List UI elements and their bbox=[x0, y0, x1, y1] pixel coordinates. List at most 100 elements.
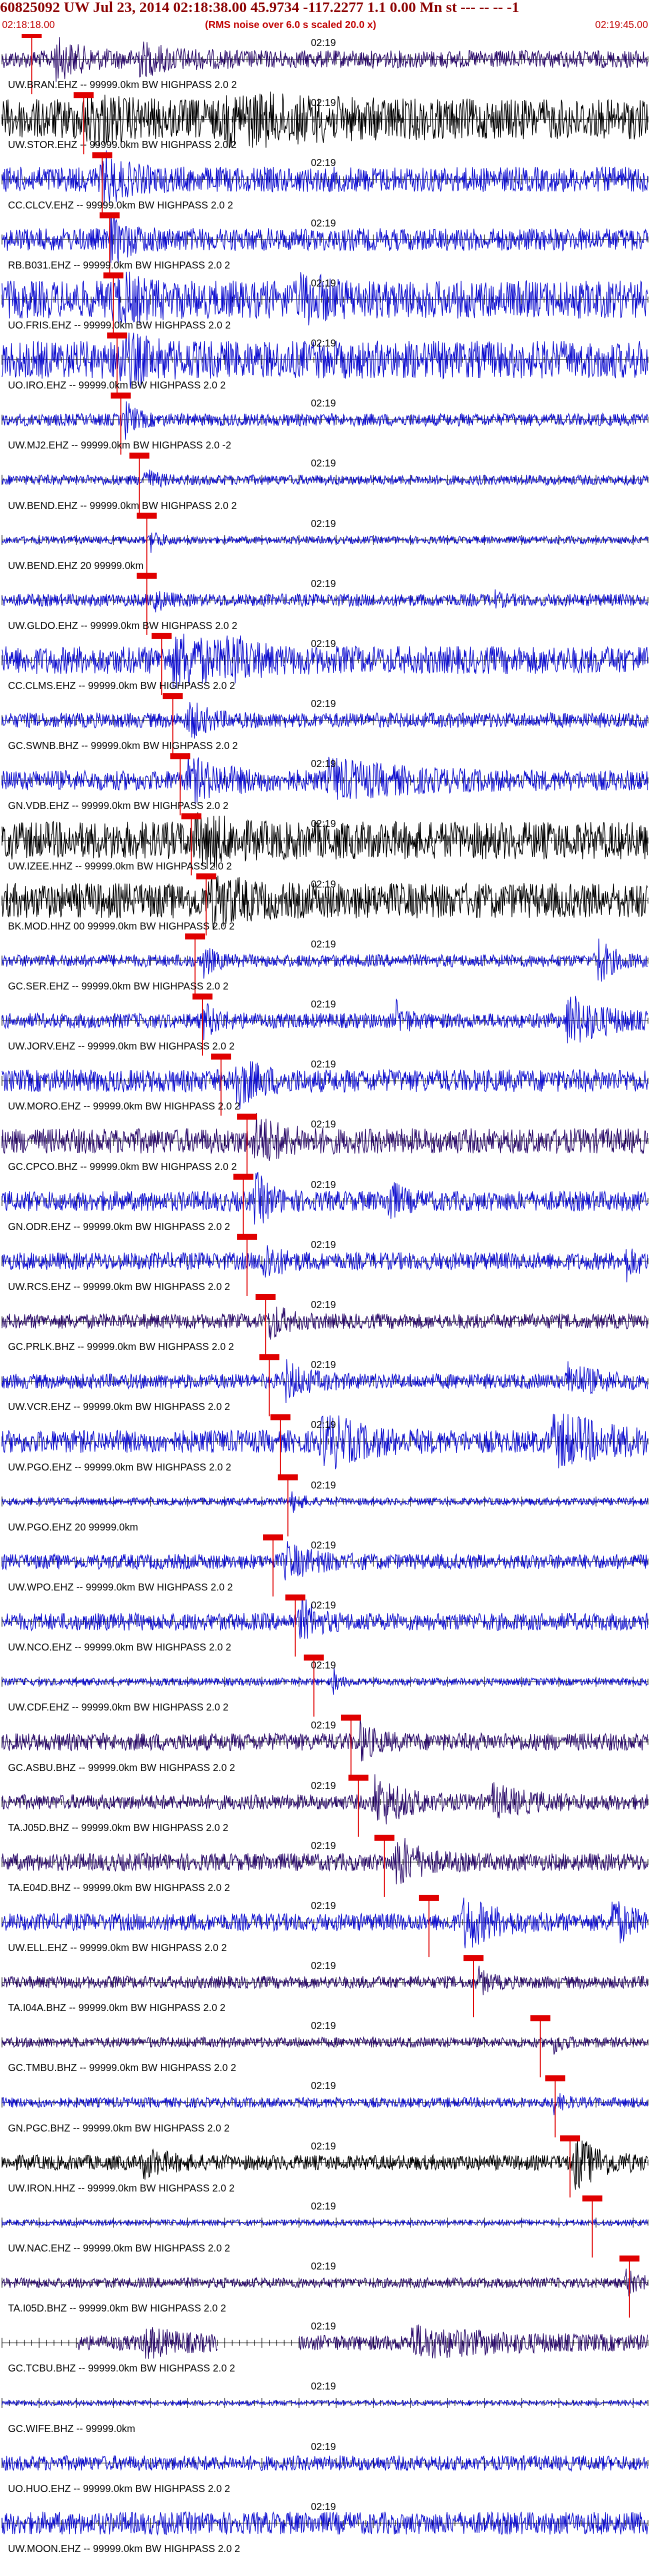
time-tick-label: 02:19 bbox=[311, 2081, 336, 2092]
station-label: UW.PGO.EHZ 20 99999.0km bbox=[8, 1522, 138, 1533]
trace-32: 02:19 TA.I04A.BHZ -- 99999.0km BW HIGHPAS… bbox=[1, 1955, 649, 2018]
station-label: RB.B031.EHZ -- 99999.0km BW HIGHPASS 2.0… bbox=[8, 260, 231, 271]
time-tick-label: 02:19 bbox=[311, 98, 336, 109]
station-label: UO.IRO.EHZ -- 99999.0km BW HIGHPASS 2.0 … bbox=[8, 381, 226, 392]
time-tick-label: 02:19 bbox=[311, 1480, 336, 1491]
end-time-label: 02:19:45.00 bbox=[595, 20, 648, 31]
trace-16: 02:19 UW.JORV.EHZ -- 99999.0km BW HIGHPAS… bbox=[1, 993, 649, 1056]
trace-11: 02:19 GC.SWNB.BHZ -- 99999.0km BW HIGHPAS… bbox=[1, 693, 649, 756]
station-label: CC.CLMS.EHZ -- 99999.0km BW HIGHPASS 2.0… bbox=[8, 681, 236, 692]
station-label: UW.BRAN.EHZ -- 99999.0km BW HIGHPASS 2.0… bbox=[8, 80, 237, 91]
station-label: TA.I05D.BHZ -- 99999.0km BW HIGHPASS 2.0… bbox=[8, 2304, 226, 2315]
trace-3: 02:19 RB.B031.EHZ -- 99999.0km BW HIGHPAS… bbox=[1, 212, 649, 275]
station-label: UW.NAC.EHZ -- 99999.0km BW HIGHPASS 2.0 … bbox=[8, 2244, 231, 2255]
trace-28: 02:19 GC.ASBU.BHZ -- 99999.0km BW HIGHPAS… bbox=[1, 1714, 649, 1777]
trace-39: 02:19 GC.WIFE.BHZ -- 99999.0km bbox=[1, 2382, 649, 2435]
waveform bbox=[1, 469, 648, 489]
trace-35: 02:19 UW.IRON.HHZ -- 99999.0km BW HIGHPAS… bbox=[1, 2135, 649, 2198]
station-label: UW.WPO.EHZ -- 99999.0km BW HIGHPASS 2.0 … bbox=[8, 1582, 233, 1593]
station-label: UW.PGO.EHZ -- 99999.0km BW HIGHPASS 2.0 … bbox=[8, 1462, 232, 1473]
station-label: TA.E04D.BHZ -- 99999.0km BW HIGHPASS 2.0… bbox=[8, 1883, 230, 1894]
time-tick-label: 02:19 bbox=[311, 399, 336, 410]
station-label: GC.SER.EHZ -- 99999.0km BW HIGHPASS 2.0 … bbox=[8, 982, 229, 993]
trace-15: 02:19 GC.SER.EHZ -- 99999.0km BW HIGHPASS… bbox=[1, 933, 649, 996]
time-tick-label: 02:19 bbox=[311, 759, 336, 770]
time-tick-label: 02:19 bbox=[311, 939, 336, 950]
trace-8: 02:19 UW.BEND.EHZ 20 99999.0km bbox=[1, 512, 649, 575]
time-tick-label: 02:19 bbox=[311, 2262, 336, 2273]
station-label: UW.BEND.EHZ -- 99999.0km BW HIGHPASS 2.0… bbox=[8, 501, 237, 512]
trace-4: 02:19 UO.FRIS.EHZ -- 99999.0km BW HIGHPAS… bbox=[1, 271, 649, 335]
trace-40: 02:19 UO.HUO.EHZ -- 99999.0km BW HIGHPASS… bbox=[1, 2442, 649, 2495]
time-tick-label: 02:19 bbox=[311, 158, 336, 169]
time-tick-label: 02:19 bbox=[311, 1420, 336, 1431]
station-label: UO.FRIS.EHZ -- 99999.0km BW HIGHPASS 2.0… bbox=[8, 320, 231, 331]
trace-13: 02:19 UW.IZEE.HHZ -- 99999.0km BW HIGHPAS… bbox=[1, 812, 649, 876]
station-label: UW.NCO.EHZ -- 99999.0km BW HIGHPASS 2.0 … bbox=[8, 1643, 232, 1654]
station-label: UW.BEND.EHZ 20 99999.0km bbox=[8, 561, 144, 572]
time-tick-label: 02:19 bbox=[311, 1180, 336, 1191]
time-tick-label: 02:19 bbox=[311, 2322, 336, 2333]
trace-19: 02:19 GN.ODR.EHZ -- 99999.0km BW HIGHPASS… bbox=[1, 1172, 649, 1236]
time-tick-label: 02:19 bbox=[311, 519, 336, 530]
waveform bbox=[1, 532, 648, 553]
event-title: 60825092 UW Jul 23, 2014 02:18:38.00 45.… bbox=[0, 0, 520, 16]
trace-23: 02:19 UW.PGO.EHZ -- 99999.0km BW HIGHPASS… bbox=[1, 1413, 649, 1477]
station-label: GC.ASBU.BHZ -- 99999.0km BW HIGHPASS 2.0… bbox=[8, 1763, 236, 1774]
station-label: UW.CDF.EHZ -- 99999.0km BW HIGHPASS 2.0 … bbox=[8, 1703, 229, 1714]
trace-17: 02:19 UW.MORO.EHZ -- 99999.0km BW HIGHPAS… bbox=[1, 1053, 649, 1116]
time-tick-label: 02:19 bbox=[311, 1901, 336, 1912]
station-label: TA.J05D.BHZ -- 99999.0km BW HIGHPASS 2.0… bbox=[8, 1823, 229, 1834]
trace-22: 02:19 UW.VCR.EHZ -- 99999.0km BW HIGHPASS… bbox=[1, 1354, 649, 1417]
scaling-note: (RMS noise over 6.0 s scaled 20.0 x) bbox=[205, 20, 377, 31]
time-tick-label: 02:19 bbox=[311, 2382, 336, 2393]
trace-12: 02:19 GN.VDB.EHZ -- 99999.0km BW HIGHPASS… bbox=[1, 753, 649, 816]
time-tick-label: 02:19 bbox=[311, 579, 336, 590]
time-tick-label: 02:19 bbox=[311, 819, 336, 830]
seismogram-plot: 02:19 UW.BRAN.EHZ -- 99999.0km BW HIGHPAS… bbox=[1, 34, 649, 2555]
station-label: GN.ODR.EHZ -- 99999.0km BW HIGHPASS 2.0 … bbox=[8, 1222, 231, 1233]
time-tick-label: 02:19 bbox=[311, 2502, 336, 2513]
trace-9: 02:19 UW.GLDO.EHZ -- 99999.0km BW HIGHPAS… bbox=[1, 572, 649, 635]
record-header: 60825092 UW Jul 23, 2014 02:18:38.00 45.… bbox=[0, 0, 652, 34]
time-tick-label: 02:19 bbox=[311, 2141, 336, 2152]
station-label: GC.CPCO.BHZ -- 99999.0km BW HIGHPASS 2.0… bbox=[8, 1162, 237, 1173]
waveform bbox=[1, 2268, 648, 2297]
waveform bbox=[76, 2324, 648, 2359]
time-tick-label: 02:19 bbox=[311, 1661, 336, 1672]
time-tick-label: 02:19 bbox=[311, 2201, 336, 2212]
time-tick-label: 02:19 bbox=[311, 1781, 336, 1792]
trace-25: 02:19 UW.WPO.EHZ -- 99999.0km BW HIGHPASS… bbox=[1, 1534, 649, 1597]
trace-10: 02:19 CC.CLMS.EHZ -- 99999.0km BW HIGHPAS… bbox=[1, 632, 649, 696]
trace-36: 02:19 UW.NAC.EHZ -- 99999.0km BW HIGHPASS… bbox=[1, 2195, 649, 2258]
waveform bbox=[1, 1306, 648, 1340]
trace-6: 02:19 UW.MJ2.EHZ -- 99999.0km BW HIGHPASS… bbox=[1, 392, 649, 455]
trace-27: 02:19 UW.CDF.EHZ -- 99999.0km BW HIGHPASS… bbox=[1, 1654, 649, 1717]
trace-38: 02:19 GC.TCBU.BHZ -- 99999.0km BW HIGHPAS… bbox=[1, 2322, 649, 2375]
time-tick-label: 02:19 bbox=[311, 1120, 336, 1131]
time-tick-label: 02:19 bbox=[311, 699, 336, 710]
station-label: GC.SWNB.BHZ -- 99999.0km BW HIGHPASS 2.0… bbox=[8, 741, 238, 752]
trace-41: 02:19 UW.MOON.EHZ -- 99999.0km BW HIGHPAS… bbox=[1, 2502, 649, 2555]
trace-37: 02:19 TA.I05D.BHZ -- 99999.0km BW HIGHPAS… bbox=[1, 2255, 649, 2318]
trace-0: 02:19 UW.BRAN.EHZ -- 99999.0km BW HIGHPAS… bbox=[1, 34, 649, 95]
trace-29: 02:19 TA.J05D.BHZ -- 99999.0km BW HIGHPAS… bbox=[1, 1774, 649, 1837]
waveform bbox=[1, 1667, 648, 1695]
time-tick-label: 02:19 bbox=[311, 1360, 336, 1371]
station-label: UW.VCR.EHZ -- 99999.0km BW HIGHPASS 2.0 … bbox=[8, 1402, 231, 1413]
station-label: UW.IRON.HHZ -- 99999.0km BW HIGHPASS 2.0… bbox=[8, 2183, 235, 2194]
waveform bbox=[1, 2093, 648, 2116]
station-label: BK.MOD.HHZ 00 99999.0km BW HIGHPASS 2.0 … bbox=[8, 921, 235, 932]
time-tick-label: 02:19 bbox=[311, 1961, 336, 1972]
time-tick-label: 02:19 bbox=[311, 338, 336, 349]
trace-20: 02:19 UW.RCS.EHZ -- 99999.0km BW HIGHPASS… bbox=[1, 1233, 649, 1296]
station-label: UO.HUO.EHZ -- 99999.0km BW HIGHPASS 2.0 … bbox=[8, 2484, 231, 2495]
time-tick-label: 02:19 bbox=[311, 1060, 336, 1071]
time-tick-label: 02:19 bbox=[311, 1841, 336, 1852]
station-label: UW.MOON.EHZ -- 99999.0km BW HIGHPASS 2.0… bbox=[8, 2544, 241, 2555]
time-tick-label: 02:19 bbox=[311, 1540, 336, 1551]
trace-21: 02:19 GC.PRLK.BHZ -- 99999.0km BW HIGHPAS… bbox=[1, 1294, 649, 1357]
time-tick-label: 02:19 bbox=[311, 2442, 336, 2453]
trace-5: 02:19 UO.IRO.EHZ -- 99999.0km BW HIGHPASS… bbox=[1, 332, 649, 395]
time-tick-label: 02:19 bbox=[311, 639, 336, 650]
